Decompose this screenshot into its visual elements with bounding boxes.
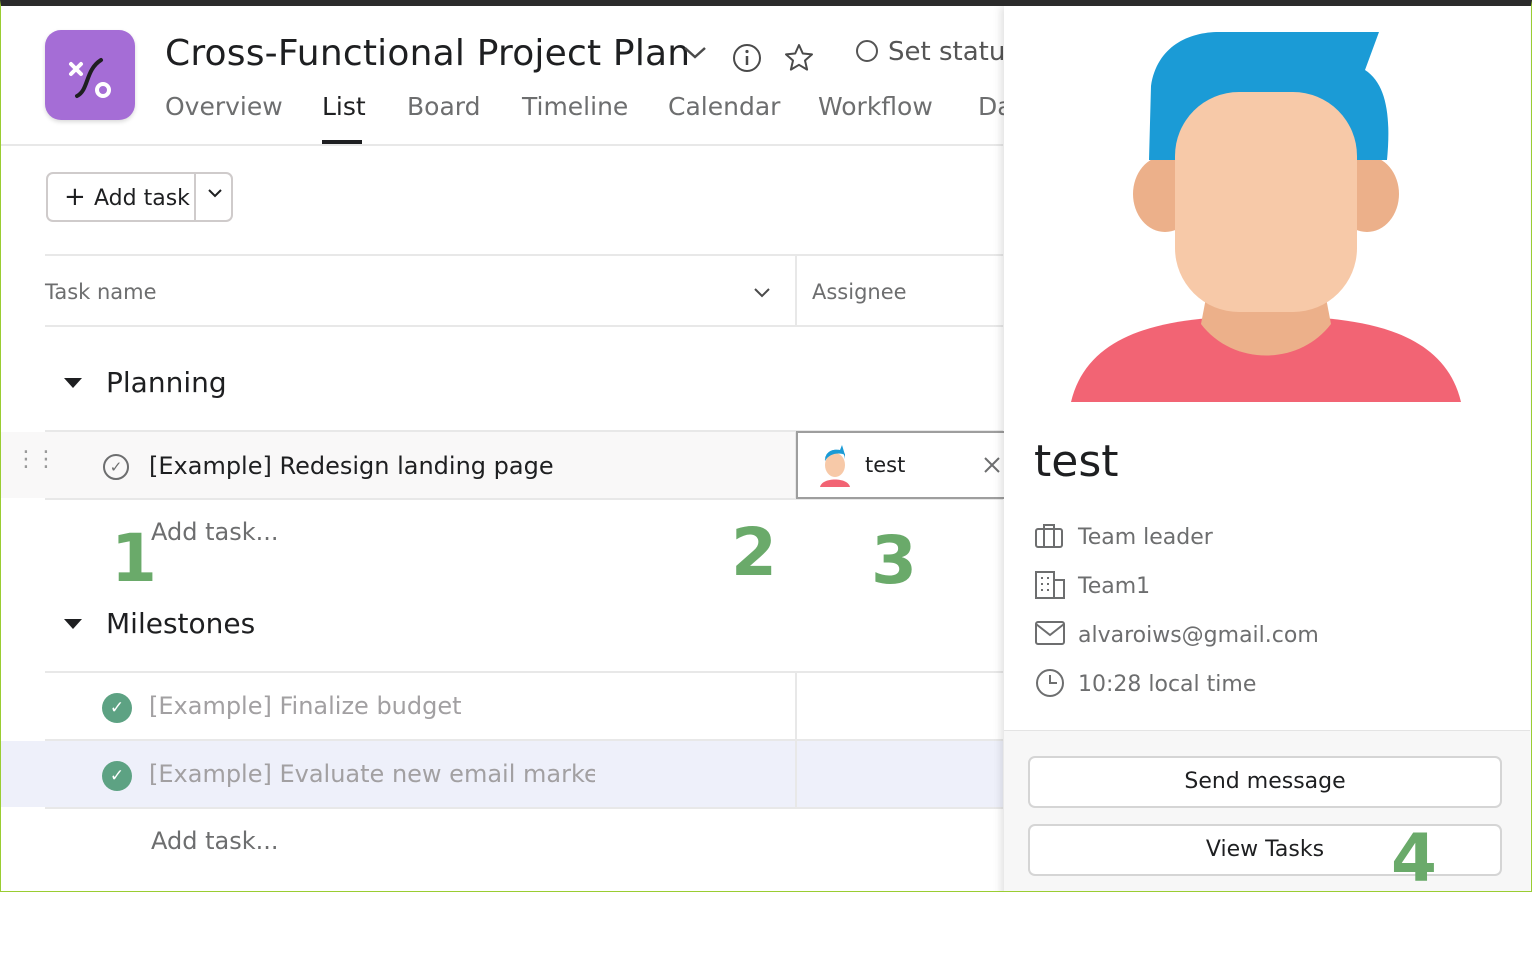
profile-role: Team leader <box>1078 525 1213 550</box>
completed-check-icon[interactable]: ✓ <box>102 693 132 723</box>
header-bottom-border <box>45 325 1003 327</box>
profile-avatar-large <box>1069 26 1463 402</box>
app-window: Cross-Functional Project Plan Set status… <box>0 0 1532 892</box>
chevron-down-icon[interactable] <box>681 38 709 73</box>
drag-handle-icon[interactable]: ⋮⋮ <box>15 449 57 471</box>
project-icon[interactable] <box>45 30 135 120</box>
assignee-field[interactable]: test <box>796 431 1016 499</box>
tab-workflow[interactable]: Workflow <box>818 92 933 121</box>
annotation-marker: 4 <box>1391 820 1437 892</box>
tab-calendar[interactable]: Calendar <box>668 92 780 121</box>
task-name[interactable]: [Example] Evaluate new email marketin <box>149 760 595 788</box>
star-icon[interactable] <box>783 42 815 81</box>
header-divider <box>1 144 1003 146</box>
tab-overview[interactable]: Overview <box>165 92 283 121</box>
column-header-task-name[interactable]: Task name <box>45 280 157 304</box>
profile-email[interactable]: alvaroiws@gmail.com <box>1078 623 1319 648</box>
profile-team: Team1 <box>1078 574 1151 599</box>
annotation-marker: 3 <box>871 522 917 599</box>
collapse-triangle-icon[interactable] <box>63 374 83 395</box>
clock-icon <box>1034 667 1066 705</box>
annotation-marker: 2 <box>731 514 777 591</box>
section-title-planning[interactable]: Planning <box>106 366 227 399</box>
column-divider <box>795 673 797 739</box>
set-status-button[interactable]: Set status <box>856 37 1019 67</box>
add-task-split-button: + Add task <box>46 172 233 222</box>
profile-card-actions: Send message View Tasks <box>1004 730 1530 891</box>
info-icon[interactable] <box>731 42 763 81</box>
envelope-icon <box>1034 620 1066 652</box>
section-title-milestones[interactable]: Milestones <box>106 607 255 640</box>
column-divider <box>795 741 797 807</box>
avatar[interactable] <box>814 443 856 487</box>
row-border <box>45 807 1003 809</box>
profile-card: test Team leader Team1 alvaroiws@gmail.c… <box>1004 6 1530 891</box>
status-circle-icon <box>856 39 878 62</box>
send-message-button[interactable]: Send message <box>1028 756 1502 808</box>
profile-name: test <box>1034 436 1119 487</box>
column-sort-chevron-icon[interactable] <box>751 281 773 307</box>
profile-local-time: 10:28 local time <box>1078 672 1257 697</box>
row-border <box>45 671 1003 673</box>
tab-list[interactable]: List <box>322 92 366 121</box>
building-icon <box>1034 570 1066 606</box>
add-task-dropdown-chevron-icon[interactable] <box>206 184 224 207</box>
add-task-inline[interactable]: Add task... <box>151 518 279 546</box>
complete-task-checkbox-icon[interactable]: ✓ <box>103 454 129 480</box>
table-top-border <box>45 254 1003 256</box>
page-title: Cross-Functional Project Plan <box>165 33 691 74</box>
remove-assignee-x-icon[interactable] <box>982 455 1002 479</box>
collapse-triangle-icon[interactable] <box>63 615 83 636</box>
tab-timeline[interactable]: Timeline <box>522 92 628 121</box>
task-name[interactable]: [Example] Redesign landing page <box>149 452 554 480</box>
set-status-label: Set status <box>888 37 1019 67</box>
plus-icon[interactable]: + <box>64 182 86 212</box>
column-header-assignee[interactable]: Assignee <box>812 280 907 304</box>
assignee-name: test <box>865 453 906 477</box>
annotation-marker: 1 <box>111 520 157 597</box>
tab-board[interactable]: Board <box>407 92 480 121</box>
button-separator <box>194 174 196 220</box>
briefcase-icon <box>1034 521 1064 557</box>
column-divider <box>795 256 797 326</box>
add-task-button[interactable]: Add task <box>94 186 190 211</box>
completed-check-icon[interactable]: ✓ <box>102 761 132 791</box>
task-name[interactable]: [Example] Finalize budget <box>149 692 462 720</box>
add-task-inline[interactable]: Add task... <box>151 827 279 855</box>
